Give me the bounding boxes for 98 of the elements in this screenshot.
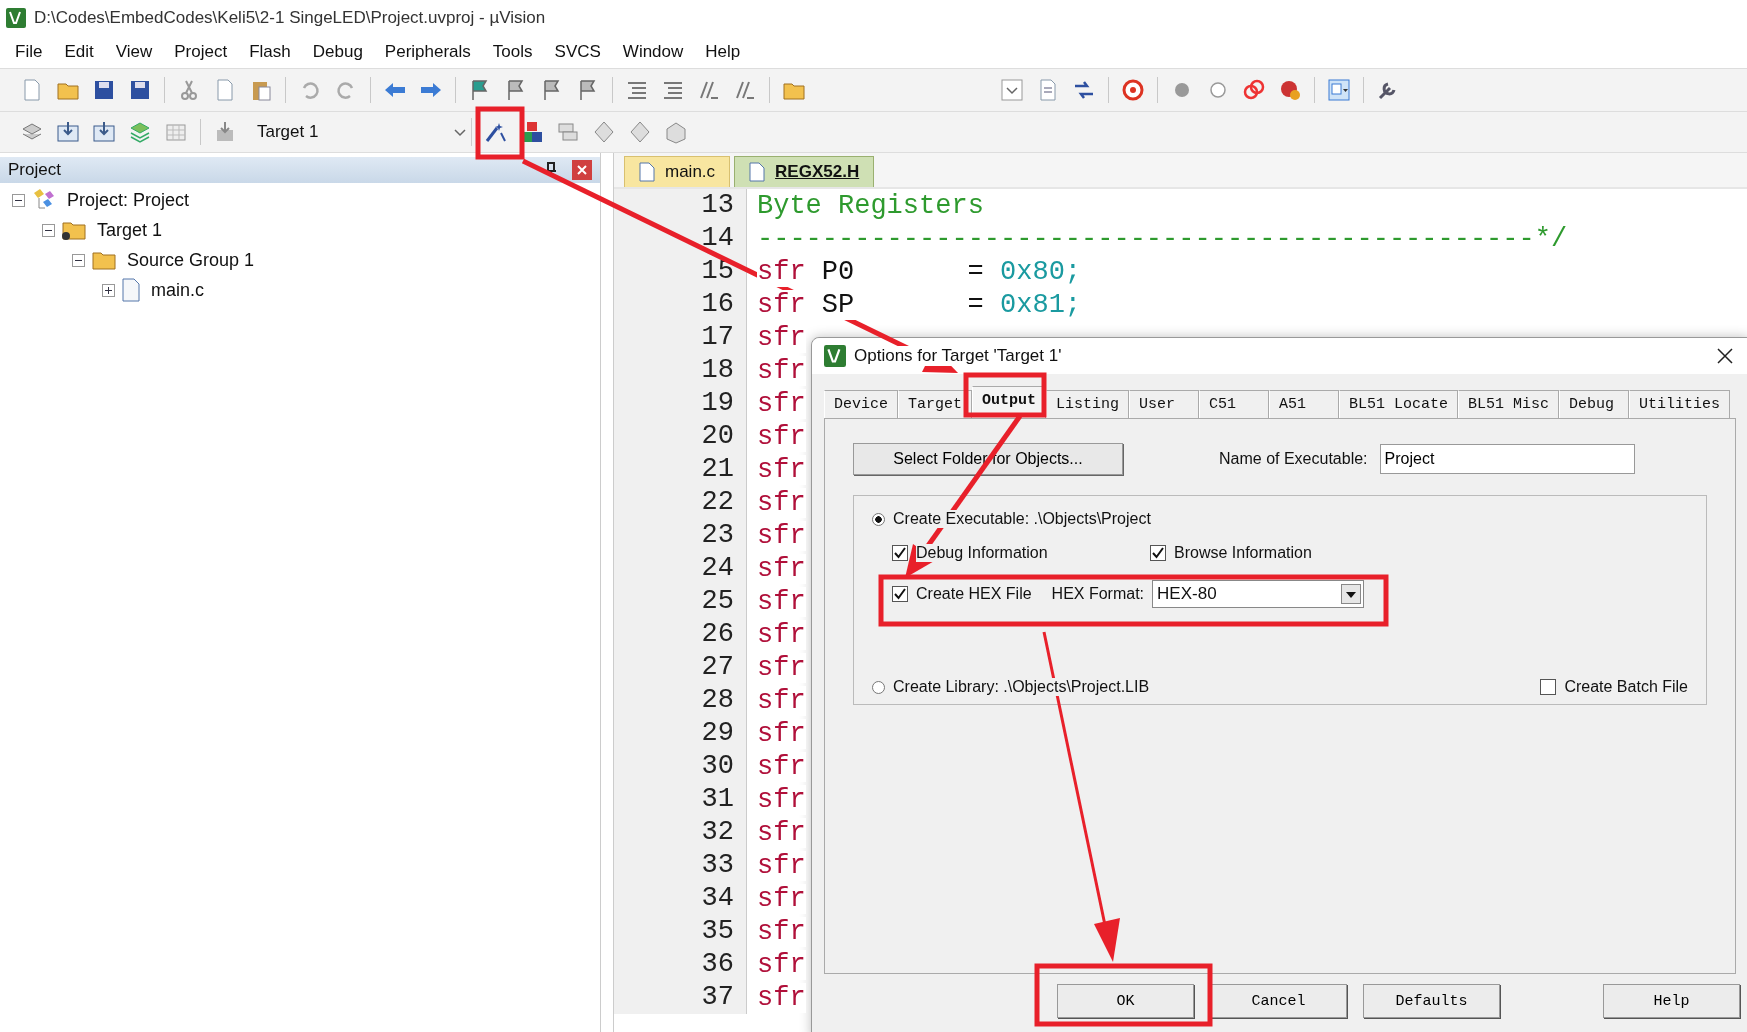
line-number: 16 <box>614 288 747 321</box>
dialog-title: Options for Target 'Target 1' <box>854 346 1062 366</box>
menu-item[interactable]: Edit <box>53 41 105 62</box>
folder-icon <box>91 249 117 271</box>
menu-item[interactable]: Debug <box>301 41 374 62</box>
tree-item[interactable]: Target 1 <box>97 219 163 241</box>
field-label: HEX Format: <box>1051 585 1145 603</box>
expander-icon[interactable] <box>42 223 55 237</box>
expander-icon[interactable] <box>72 253 85 267</box>
app-icon <box>824 345 846 367</box>
diamond-icon[interactable] <box>592 120 616 144</box>
menu-item[interactable]: Project <box>163 41 239 62</box>
app-icon <box>6 7 26 28</box>
line-number: 19 <box>614 387 747 420</box>
panel-title: Project <box>8 160 62 180</box>
expander-icon[interactable] <box>102 283 115 297</box>
checkbox-label: Debug Information <box>916 544 1048 562</box>
menu-item[interactable]: Window <box>611 41 695 62</box>
dialog-button[interactable]: Defaults <box>1363 984 1500 1018</box>
dialog-tab[interactable]: Listing <box>1046 390 1130 418</box>
dialog-tab[interactable]: A51 <box>1269 390 1340 418</box>
hex-format-dropdown[interactable]: HEX-80 <box>1152 580 1365 608</box>
line-number: 30 <box>614 750 747 783</box>
dialog-tab[interactable]: User <box>1129 390 1200 418</box>
line-number: 22 <box>614 486 747 519</box>
line-number: 28 <box>614 684 747 717</box>
download-icon[interactable] <box>56 120 80 144</box>
dialog-tab[interactable]: Utilities <box>1629 390 1731 418</box>
dialog-tab[interactable]: C51 <box>1199 390 1270 418</box>
line-number: 23 <box>614 519 747 552</box>
tree-item[interactable]: Source Group 1 <box>127 249 255 271</box>
file-icon <box>639 162 655 182</box>
line-number: 14 <box>614 222 747 255</box>
line-number: 31 <box>614 783 747 816</box>
line-number: 32 <box>614 816 747 849</box>
window-title: D:\Codes\EmbedCodes\Keli5\2-1 SingeLED\Project.uvproj - µVision <box>34 7 546 28</box>
line-number: 27 <box>614 651 747 684</box>
line-number: 18 <box>614 354 747 387</box>
file-tab[interactable]: REGX52.H <box>734 156 875 187</box>
dialog-tab[interactable]: Target <box>898 390 973 418</box>
download-icon[interactable] <box>92 120 116 144</box>
radio-label: Create Library: .\Objects\Project.LIB <box>893 678 1150 696</box>
checkbox[interactable] <box>1540 679 1557 695</box>
file-icon <box>121 278 141 302</box>
checkbox[interactable] <box>1150 545 1166 561</box>
dialog-tab[interactable]: Debug <box>1559 390 1630 418</box>
menu-item[interactable]: View <box>104 41 164 62</box>
rings-icon[interactable] <box>1242 78 1266 102</box>
menu-item[interactable]: Flash <box>238 41 302 62</box>
menu-item[interactable]: Tools <box>481 41 544 62</box>
line-number: 24 <box>614 552 747 585</box>
name-field[interactable]: Project <box>1379 444 1635 474</box>
line-number: 26 <box>614 618 747 651</box>
line-number: 29 <box>614 717 747 750</box>
line-number: 36 <box>614 948 747 981</box>
dropdown-icon[interactable] <box>1000 78 1024 102</box>
field-label: Name of Executable: <box>1219 450 1368 468</box>
close-icon[interactable] <box>1716 347 1734 365</box>
line-number: 37 <box>614 981 747 1014</box>
dialog-button[interactable]: OK <box>1057 984 1194 1018</box>
line-number: 34 <box>614 882 747 915</box>
dialog-tab[interactable]: Device <box>824 390 898 418</box>
save-all-icon[interactable] <box>128 78 152 102</box>
menu-item[interactable]: File <box>4 41 54 62</box>
dialog-button[interactable]: Help <box>1603 984 1740 1018</box>
menu-item[interactable]: SVCS <box>543 41 612 62</box>
target-folder-icon <box>61 219 87 241</box>
line-number: 20 <box>614 420 747 453</box>
project-icon <box>31 188 57 212</box>
layers-icon[interactable] <box>128 120 152 144</box>
dialog-tab[interactable]: BL51 Misc <box>1458 390 1560 418</box>
file-tab[interactable]: main.c <box>624 156 731 187</box>
checkbox[interactable] <box>892 545 908 561</box>
file-icon <box>749 162 766 182</box>
radio-button[interactable] <box>872 680 885 694</box>
menu-item[interactable]: Peripherals <box>373 41 482 62</box>
dialog-button[interactable]: Cancel <box>1210 984 1347 1018</box>
window-icon[interactable] <box>1327 78 1351 102</box>
line-number: 13 <box>614 189 747 222</box>
highlight-box <box>475 106 525 160</box>
radio-button[interactable] <box>872 512 885 526</box>
diamond-icon[interactable] <box>628 120 652 144</box>
line-number: 21 <box>614 453 747 486</box>
radio-label: Create Executable: .\Objects\Project <box>893 510 1151 528</box>
checkbox[interactable] <box>892 586 908 602</box>
line-number: 33 <box>614 849 747 882</box>
tree-item[interactable]: Project: Project <box>67 189 190 211</box>
line-number: 25 <box>614 585 747 618</box>
menu-item[interactable]: Help <box>694 41 752 62</box>
line-number: 35 <box>614 915 747 948</box>
checkbox-label: Create HEX File <box>916 585 1032 603</box>
dialog-tab[interactable]: BL51 Locate <box>1339 390 1459 418</box>
save-icon[interactable] <box>92 78 116 102</box>
checkbox-label: Create Batch File <box>1564 678 1688 696</box>
stack-icon[interactable] <box>556 120 580 144</box>
expander-icon[interactable] <box>12 193 25 207</box>
line-number: 17 <box>614 321 747 354</box>
tree-item[interactable]: main.c <box>151 279 204 301</box>
